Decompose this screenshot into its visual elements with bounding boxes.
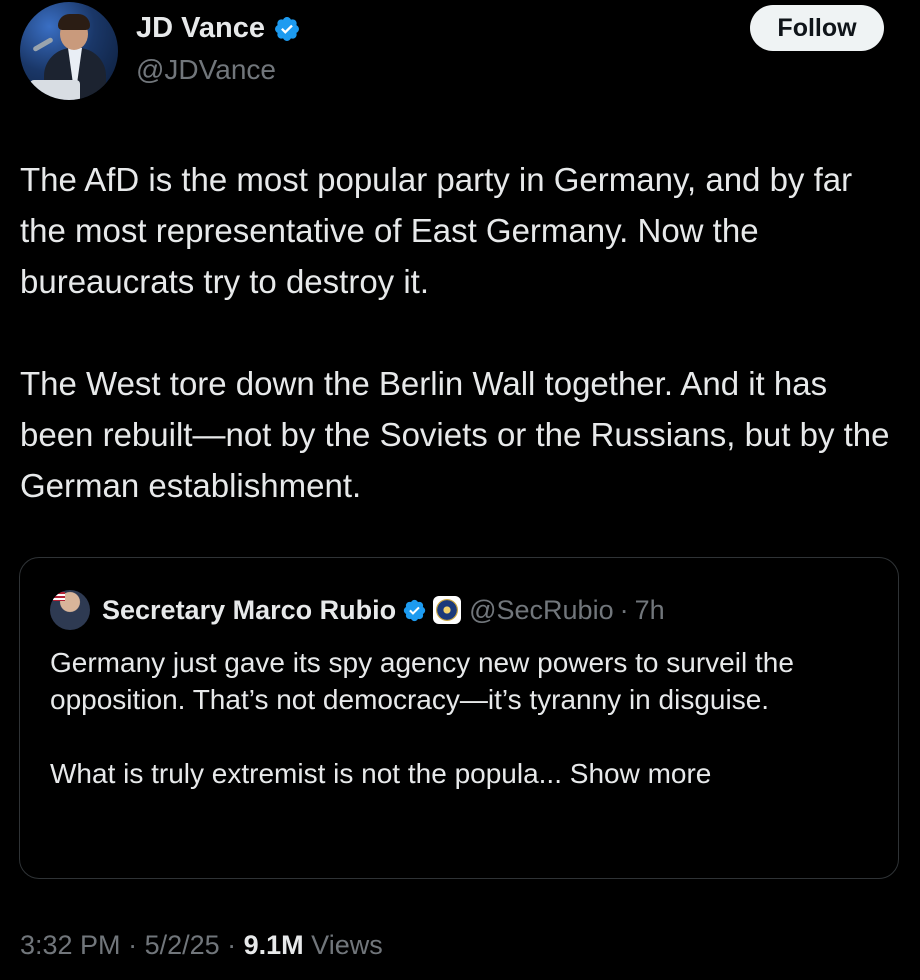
separator-dot: · [219, 930, 244, 960]
verified-badge-icon [403, 599, 426, 621]
tweet-time[interactable]: 3:32 PM [20, 930, 121, 960]
quoted-author-name[interactable]: Secretary Marco Rubio [102, 595, 396, 626]
views-label: Views [303, 930, 383, 960]
separator-dot: · [619, 594, 629, 625]
quoted-tweet-text: Germany just gave its spy agency new pow… [50, 644, 870, 792]
verified-badge-icon [275, 16, 299, 41]
show-more-link[interactable]: Show more [570, 758, 712, 789]
quoted-paragraph-truncated: What is truly extremist is not the popul… [50, 755, 870, 792]
author-handle[interactable]: @JDVance [136, 54, 276, 86]
author-avatar[interactable] [20, 2, 118, 100]
quoted-author-avatar[interactable] [50, 590, 90, 630]
tweet-paragraph: The AfD is the most popular party in Ger… [20, 161, 853, 300]
quoted-tweet-header: Secretary Marco Rubio @SecRubio · 7h [50, 590, 665, 630]
tweet-text: The AfD is the most popular party in Ger… [20, 154, 900, 511]
flag-icon [53, 592, 65, 601]
follow-button[interactable]: Follow [750, 5, 884, 51]
avatar-hair [58, 14, 90, 30]
quoted-paragraph-text: What is truly extremist is not the popul… [50, 758, 570, 789]
avatar-mic [32, 36, 54, 53]
author-name-row[interactable]: JD Vance [136, 12, 301, 45]
quoted-tweet[interactable]: Secretary Marco Rubio @SecRubio · 7h Ger… [19, 557, 899, 879]
quoted-paragraph: Germany just gave its spy agency new pow… [50, 647, 794, 715]
quoted-author-handle[interactable]: @SecRubio [469, 595, 613, 626]
tweet-metadata: 3:32 PM · 5/2/25 · 9.1M Views [20, 930, 383, 961]
tweet-paragraph: The West tore down the Berlin Wall toget… [20, 365, 890, 504]
state-department-seal-icon [433, 596, 462, 624]
tweet-date[interactable]: 5/2/25 [145, 930, 220, 960]
author-display-name[interactable]: JD Vance [136, 12, 265, 45]
avatar-podium [30, 80, 80, 100]
views-count: 9.1M [243, 930, 304, 960]
quoted-tweet-time[interactable]: 7h [635, 595, 665, 626]
separator-dot: · [120, 930, 145, 960]
